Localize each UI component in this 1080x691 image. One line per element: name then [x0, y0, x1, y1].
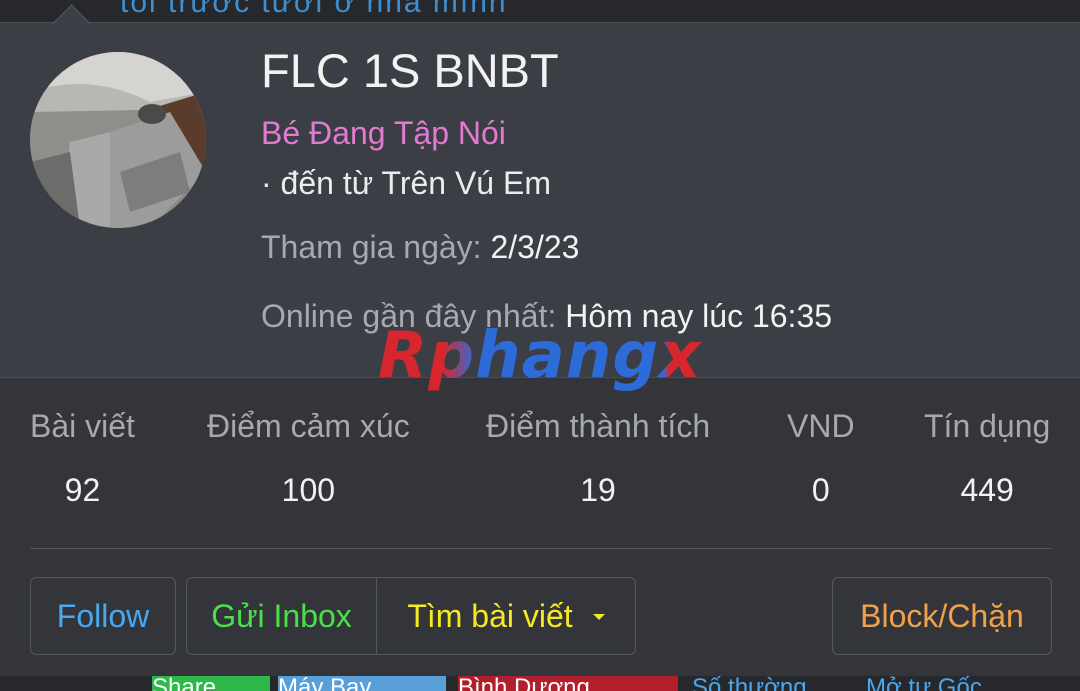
send-inbox-button[interactable]: Gửi Inbox	[187, 578, 377, 654]
background-thread-text: tổi trước tươi ở nhà mình	[120, 0, 508, 19]
caret-down-icon	[592, 614, 605, 620]
stat-label: Tín dụng	[924, 408, 1051, 444]
location-prefix: · đến từ	[261, 165, 382, 201]
find-posts-button[interactable]: Tìm bài viết	[377, 578, 635, 654]
background-tag: Mở tư Gốc	[866, 676, 982, 691]
joined-value: 2/3/23	[490, 229, 580, 265]
stat-value: 0	[811, 472, 830, 508]
stats-panel: Bài viết 92 Điểm cảm xúc 100 Điểm thành …	[0, 377, 1080, 678]
avatar-photo	[30, 52, 206, 228]
background-tag: Share	[152, 676, 270, 691]
user-title: Bé Đang Tập Nói	[261, 115, 506, 151]
background-tag: Máy Bay	[278, 676, 446, 691]
follow-button[interactable]: Follow	[30, 577, 176, 655]
stat-value: 449	[960, 472, 1014, 508]
stat-vnd: VND 0	[787, 408, 855, 509]
joined-date: Tham gia ngày: 2/3/23	[261, 229, 579, 266]
stat-value[interactable]: 19	[486, 472, 710, 509]
profile-popup-page: tổi trước tươi ở nhà mình FLC 1S BNBT Bé…	[0, 0, 1080, 691]
block-button[interactable]: Block/Chặn	[832, 577, 1052, 655]
background-thread-bottom: Share Máy Bay Bình Dương Số thường Mở tư…	[0, 676, 1080, 691]
stat-value[interactable]: 92	[30, 472, 135, 509]
stat-label: Điểm cảm xúc	[207, 408, 410, 444]
joined-label: Tham gia ngày:	[261, 229, 491, 265]
stat-posts: Bài viết 92	[30, 408, 135, 509]
member-tooltip-card: FLC 1S BNBT Bé Đang Tập Nói · đến từ Trê…	[0, 4, 1080, 678]
avatar[interactable]	[30, 52, 206, 228]
stat-reactions: Điểm cảm xúc 100	[207, 408, 410, 509]
background-tag: Số thường	[692, 676, 807, 691]
find-posts-label: Tìm bài viết	[407, 597, 573, 634]
stat-achievements: Điểm thành tích 19	[486, 408, 710, 509]
background-thread-top: tổi trước tươi ở nhà mình	[0, 0, 1080, 22]
location-link[interactable]: Trên Vú Em	[381, 165, 551, 201]
stat-value: 100	[281, 472, 336, 508]
stat-label: VND	[787, 408, 855, 444]
watermark-logo: Rphangx	[378, 319, 702, 393]
divider	[30, 548, 1052, 549]
background-tag: Bình Dương	[458, 676, 678, 691]
stat-credits: Tín dụng 449	[924, 408, 1050, 509]
action-button-group: Gửi Inbox Tìm bài viết	[186, 577, 636, 655]
profile-name[interactable]: FLC 1S BNBT	[261, 43, 559, 98]
stat-label: Bài viết	[30, 408, 135, 444]
location-line: · đến từ Trên Vú Em	[261, 165, 551, 202]
stat-label: Điểm thành tích	[486, 408, 711, 444]
